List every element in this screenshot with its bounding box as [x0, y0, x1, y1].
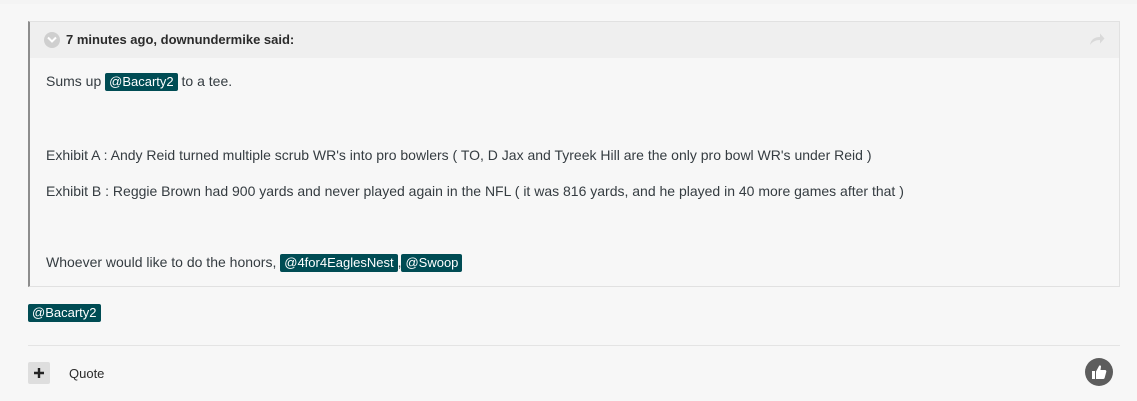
- quote-citation[interactable]: 7 minutes ago, downundermike said:: [66, 32, 294, 47]
- mention-link[interactable]: @Bacarty2: [105, 73, 178, 91]
- multiquote-button[interactable]: [28, 362, 50, 384]
- mention-link[interactable]: @4for4EaglesNest: [280, 254, 398, 272]
- mention-link[interactable]: @Bacarty2: [28, 304, 101, 322]
- chevron-down-circle-icon[interactable]: [44, 32, 60, 48]
- quote-text: to a tee.: [177, 73, 233, 89]
- quote-text: Sums up: [46, 73, 106, 89]
- previous-post-edge: [0, 0, 1137, 4]
- quote-button[interactable]: Quote: [69, 366, 104, 381]
- quote-line-4: Whoever would like to do the honors, @4f…: [46, 254, 463, 272]
- post-divider: [28, 345, 1120, 346]
- thumbs-up-icon: [1092, 365, 1107, 379]
- quote-line-3: Exhibit B : Reggie Brown had 900 yards a…: [46, 183, 904, 199]
- share-arrow-icon[interactable]: [1089, 32, 1105, 46]
- mention-link[interactable]: @Swoop: [401, 254, 463, 272]
- quote-text: Whoever would like to do the honors,: [46, 254, 281, 270]
- quote-line-2: Exhibit A : Andy Reid turned multiple sc…: [46, 147, 872, 163]
- quote-header: 7 minutes ago, downundermike said:: [30, 22, 1119, 58]
- reply-body: @Bacarty2: [28, 304, 101, 322]
- quote-line-1: Sums up @Bacarty2 to a tee.: [46, 73, 232, 91]
- plus-icon: [34, 368, 44, 378]
- like-button[interactable]: [1085, 358, 1113, 386]
- quoted-post: 7 minutes ago, downundermike said: Sums …: [28, 21, 1120, 287]
